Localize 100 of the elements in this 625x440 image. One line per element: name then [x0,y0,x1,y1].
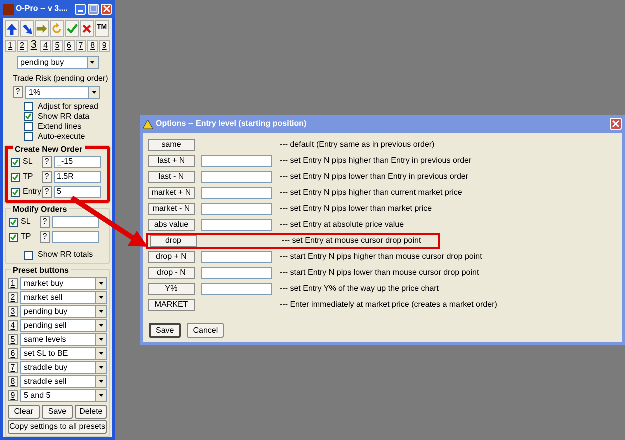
close-button[interactable] [101,4,112,14]
help-button[interactable]: ? [42,171,52,183]
minimize-button[interactable] [75,4,86,14]
dropdown[interactable]: same levels [20,333,107,346]
number-tab[interactable]: 8 [87,40,98,52]
toolbar-button[interactable] [20,20,34,37]
action-button[interactable]: Delete [75,405,108,419]
input-field[interactable]: 1.5R [54,171,101,183]
preset-button[interactable]: 1 [8,278,18,289]
caret-icon[interactable] [95,278,106,289]
caret-icon[interactable] [95,362,106,373]
number-tab[interactable]: 3 [28,39,40,52]
caret-icon[interactable] [86,57,98,68]
checkbox[interactable] [24,112,33,121]
number-tab[interactable]: 1 [5,40,16,52]
input-field[interactable] [201,283,272,295]
input-field[interactable] [52,231,99,243]
checkbox[interactable] [9,232,18,242]
option-button[interactable]: same [148,139,195,151]
input-field[interactable] [201,203,272,215]
preset-button[interactable]: 2 [8,292,18,303]
input-field[interactable] [201,267,272,279]
checkbox[interactable] [9,218,18,226]
action-button[interactable]: Clear [8,405,40,419]
dropdown[interactable]: pending buy [16,56,98,69]
toolbar-button[interactable] [80,20,94,37]
caret-icon[interactable] [95,348,106,359]
help-button[interactable]: ? [40,216,50,228]
option-button[interactable]: drop + N [148,251,195,263]
toolbar-button[interactable] [65,20,79,37]
preset-button[interactable]: 6 [8,348,18,359]
input-field[interactable] [52,216,99,228]
checkbox[interactable] [11,188,20,196]
preset-button[interactable]: 5 [8,334,18,345]
action-button[interactable]: Save [42,405,74,419]
dropdown-value: 5 and 5 [24,390,51,402]
checkbox[interactable] [11,172,20,182]
help-button[interactable]: ? [13,86,23,98]
caret-icon[interactable] [95,334,106,345]
caret-icon[interactable] [95,292,106,303]
option-button[interactable]: Y% [148,283,195,295]
dialog-button[interactable]: Cancel [187,323,224,338]
dropdown[interactable]: 1% [25,86,100,99]
option-button[interactable]: market + N [148,187,195,199]
number-tab[interactable]: 7 [76,40,86,52]
help-button[interactable]: ? [42,186,52,198]
checkbox[interactable] [24,122,33,131]
input-field[interactable] [201,171,272,183]
dialog-button[interactable]: Save [149,323,182,338]
dropdown[interactable]: pending sell [20,319,107,332]
preset-button[interactable]: 7 [8,362,18,373]
check-icon [10,218,17,226]
maximize-button[interactable] [88,4,99,14]
number-tab[interactable]: 5 [52,40,63,52]
input-field[interactable] [201,251,272,263]
option-button[interactable]: abs value [148,219,195,231]
preset-button[interactable]: 8 [8,376,18,387]
option-button[interactable]: drop - N [148,267,195,279]
preset-button[interactable]: 9 [8,390,18,401]
dropdown[interactable]: market sell [20,291,107,304]
input-field[interactable]: 5 [54,186,101,198]
number-tab[interactable]: 4 [40,40,52,52]
preset-button[interactable]: 4 [8,320,18,331]
maximize-icon [89,4,98,14]
caret-icon[interactable] [95,306,106,317]
number-tab[interactable]: 6 [64,40,75,52]
dropdown[interactable]: straddle buy [20,361,107,374]
caret-icon[interactable] [95,376,106,387]
help-button[interactable]: ? [42,156,52,168]
dropdown[interactable]: market buy [20,277,107,290]
toolbar-button[interactable] [5,20,19,37]
toolbar-button[interactable] [35,20,49,37]
warning-icon [143,120,153,128]
caret-icon[interactable] [95,320,106,331]
preset-button[interactable]: 3 [8,306,18,317]
number-tab[interactable]: 9 [99,40,110,52]
caret-icon[interactable] [88,87,99,98]
option-button[interactable]: last + N [148,155,195,167]
help-button[interactable]: ? [40,231,50,243]
copy-button[interactable]: Copy settings to all presets [8,420,107,434]
option-description: --- Enter immediately at market price (creates a market order) [280,299,498,311]
input-field[interactable]: _-15 [54,156,101,168]
input-field[interactable] [201,219,272,231]
checkbox[interactable] [24,250,33,260]
number-tab[interactable]: 2 [16,40,28,52]
checkbox[interactable] [24,102,33,111]
option-button[interactable]: market - N [148,203,195,215]
dropdown[interactable]: straddle sell [20,375,107,388]
input-field[interactable] [201,155,272,167]
checkbox[interactable] [11,158,20,166]
option-button[interactable]: MARKET [148,299,195,311]
dropdown[interactable]: pending buy [20,305,107,318]
dropdown[interactable]: set SL to BE [20,347,107,360]
caret-icon[interactable] [95,390,106,401]
option-button[interactable]: drop [150,235,197,247]
close-button[interactable] [610,118,622,130]
input-field[interactable] [201,187,272,199]
dropdown[interactable]: 5 and 5 [20,389,107,402]
option-button[interactable]: last - N [148,171,195,183]
checkbox[interactable] [24,132,33,141]
